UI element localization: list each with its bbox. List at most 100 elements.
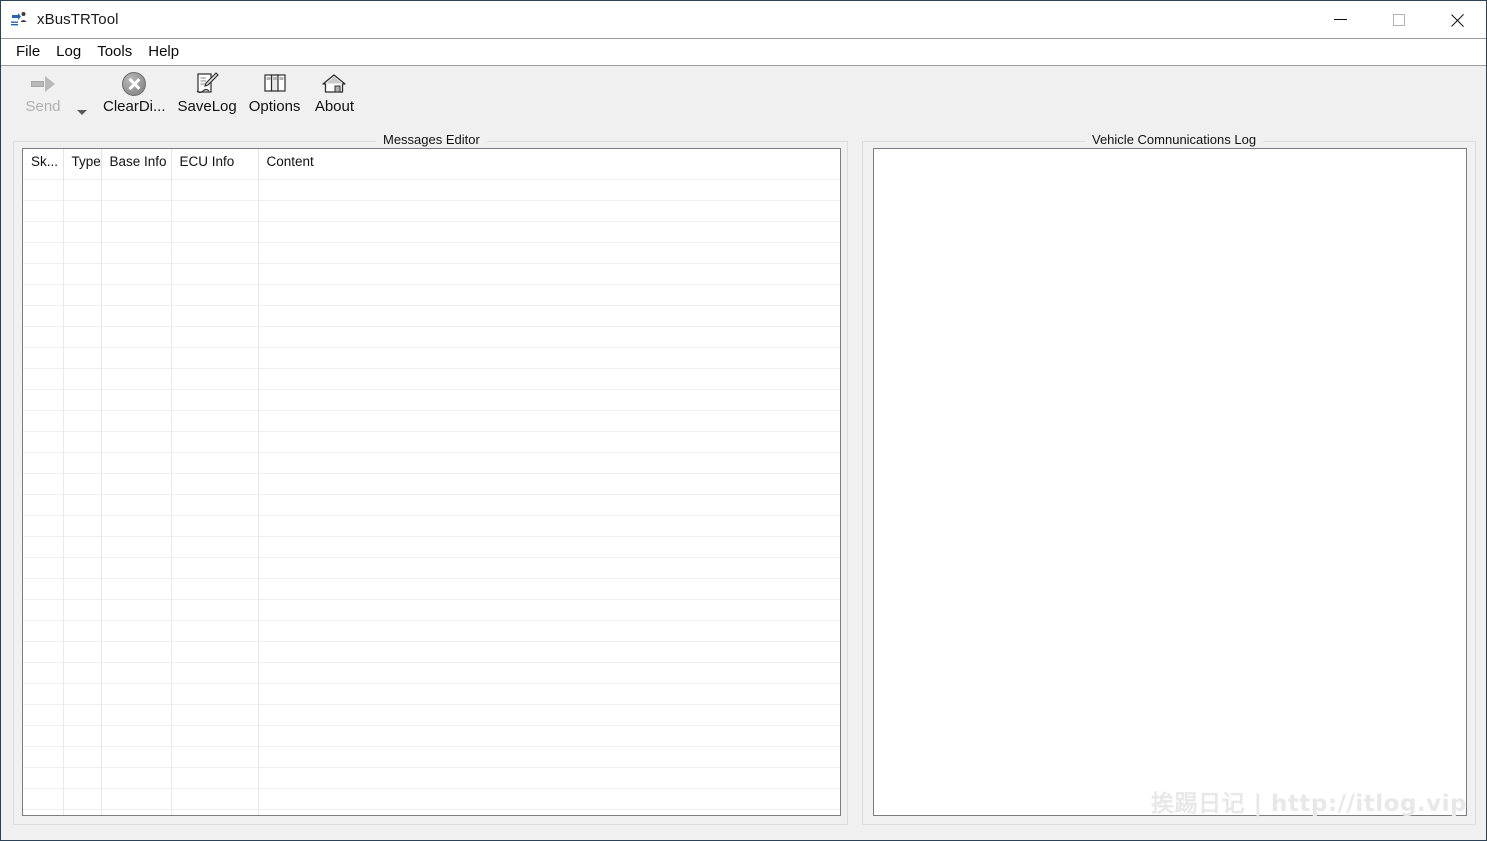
table-cell[interactable] bbox=[63, 367, 102, 389]
table-cell[interactable] bbox=[171, 283, 259, 305]
table-cell[interactable] bbox=[101, 535, 172, 557]
table-cell[interactable] bbox=[101, 577, 172, 599]
table-cell[interactable] bbox=[63, 808, 102, 815]
table-cell[interactable] bbox=[258, 535, 840, 557]
table-cell[interactable] bbox=[63, 745, 102, 767]
column-header-type[interactable]: Type bbox=[63, 149, 102, 179]
table-cell[interactable] bbox=[23, 346, 64, 368]
table-cell[interactable] bbox=[63, 724, 102, 746]
table-cell[interactable] bbox=[101, 745, 172, 767]
table-cell[interactable] bbox=[101, 787, 172, 809]
table-cell[interactable] bbox=[258, 199, 840, 221]
about-button[interactable]: About bbox=[306, 67, 362, 115]
table-row[interactable] bbox=[23, 178, 840, 200]
table-cell[interactable] bbox=[23, 724, 64, 746]
save-log-button[interactable]: SaveLog bbox=[172, 67, 243, 115]
menu-item-tools[interactable]: Tools bbox=[89, 42, 140, 62]
table-cell[interactable] bbox=[171, 493, 259, 515]
table-cell[interactable] bbox=[63, 472, 102, 494]
table-cell[interactable] bbox=[101, 220, 172, 242]
table-cell[interactable] bbox=[258, 493, 840, 515]
table-cell[interactable] bbox=[23, 598, 64, 620]
table-cell[interactable] bbox=[63, 283, 102, 305]
table-cell[interactable] bbox=[101, 430, 172, 452]
table-cell[interactable] bbox=[101, 619, 172, 641]
table-cell[interactable] bbox=[258, 682, 840, 704]
table-cell[interactable] bbox=[171, 640, 259, 662]
table-row[interactable] bbox=[23, 514, 840, 536]
table-cell[interactable] bbox=[23, 661, 64, 683]
table-cell[interactable] bbox=[23, 367, 64, 389]
table-cell[interactable] bbox=[63, 493, 102, 515]
send-dropdown-button[interactable] bbox=[71, 67, 97, 128]
table-cell[interactable] bbox=[258, 367, 840, 389]
column-header-content[interactable]: Content bbox=[258, 149, 840, 179]
table-cell[interactable] bbox=[63, 409, 102, 431]
table-cell[interactable] bbox=[23, 766, 64, 788]
table-cell[interactable] bbox=[171, 367, 259, 389]
table-cell[interactable] bbox=[63, 703, 102, 725]
table-row[interactable] bbox=[23, 388, 840, 410]
table-cell[interactable] bbox=[23, 388, 64, 410]
table-row[interactable] bbox=[23, 199, 840, 221]
table-cell[interactable] bbox=[23, 577, 64, 599]
table-cell[interactable] bbox=[63, 430, 102, 452]
table-cell[interactable] bbox=[258, 304, 840, 326]
table-row[interactable] bbox=[23, 283, 840, 305]
table-cell[interactable] bbox=[101, 724, 172, 746]
messages-editor-table[interactable]: Sk... Type Base Info ECU Info Content bbox=[22, 148, 841, 816]
table-cell[interactable] bbox=[171, 178, 259, 200]
table-cell[interactable] bbox=[101, 325, 172, 347]
table-cell[interactable] bbox=[101, 409, 172, 431]
table-row[interactable] bbox=[23, 808, 840, 815]
table-cell[interactable] bbox=[258, 241, 840, 263]
table-cell[interactable] bbox=[63, 556, 102, 578]
column-header-sk[interactable]: Sk... bbox=[23, 149, 64, 179]
table-cell[interactable] bbox=[23, 745, 64, 767]
table-cell[interactable] bbox=[23, 283, 64, 305]
menu-item-log[interactable]: Log bbox=[48, 42, 89, 62]
table-cell[interactable] bbox=[171, 787, 259, 809]
table-cell[interactable] bbox=[258, 619, 840, 641]
table-cell[interactable] bbox=[171, 682, 259, 704]
table-row[interactable] bbox=[23, 472, 840, 494]
table-cell[interactable] bbox=[171, 472, 259, 494]
table-row[interactable] bbox=[23, 493, 840, 515]
table-row[interactable] bbox=[23, 598, 840, 620]
table-row[interactable] bbox=[23, 724, 840, 746]
table-cell[interactable] bbox=[171, 199, 259, 221]
table-cell[interactable] bbox=[23, 304, 64, 326]
table-row[interactable] bbox=[23, 304, 840, 326]
table-cell[interactable] bbox=[23, 682, 64, 704]
table-cell[interactable] bbox=[101, 472, 172, 494]
table-row[interactable] bbox=[23, 430, 840, 452]
table-cell[interactable] bbox=[63, 325, 102, 347]
table-cell[interactable] bbox=[258, 745, 840, 767]
minimize-button[interactable] bbox=[1310, 1, 1370, 38]
table-cell[interactable] bbox=[258, 472, 840, 494]
table-row[interactable] bbox=[23, 367, 840, 389]
table-cell[interactable] bbox=[258, 661, 840, 683]
table-cell[interactable] bbox=[171, 304, 259, 326]
table-cell[interactable] bbox=[258, 451, 840, 473]
table-row[interactable] bbox=[23, 325, 840, 347]
table-row[interactable] bbox=[23, 619, 840, 641]
table-cell[interactable] bbox=[101, 367, 172, 389]
table-row[interactable] bbox=[23, 787, 840, 809]
table-cell[interactable] bbox=[171, 409, 259, 431]
table-cell[interactable] bbox=[258, 724, 840, 746]
table-row[interactable] bbox=[23, 745, 840, 767]
table-cell[interactable] bbox=[101, 598, 172, 620]
table-cell[interactable] bbox=[23, 262, 64, 284]
table-cell[interactable] bbox=[171, 514, 259, 536]
table-row[interactable] bbox=[23, 241, 840, 263]
table-cell[interactable] bbox=[63, 220, 102, 242]
table-cell[interactable] bbox=[258, 346, 840, 368]
table-cell[interactable] bbox=[171, 577, 259, 599]
table-cell[interactable] bbox=[258, 640, 840, 662]
table-cell[interactable] bbox=[258, 325, 840, 347]
column-header-base-info[interactable]: Base Info bbox=[101, 149, 172, 179]
table-cell[interactable] bbox=[258, 556, 840, 578]
table-cell[interactable] bbox=[23, 640, 64, 662]
table-cell[interactable] bbox=[101, 682, 172, 704]
